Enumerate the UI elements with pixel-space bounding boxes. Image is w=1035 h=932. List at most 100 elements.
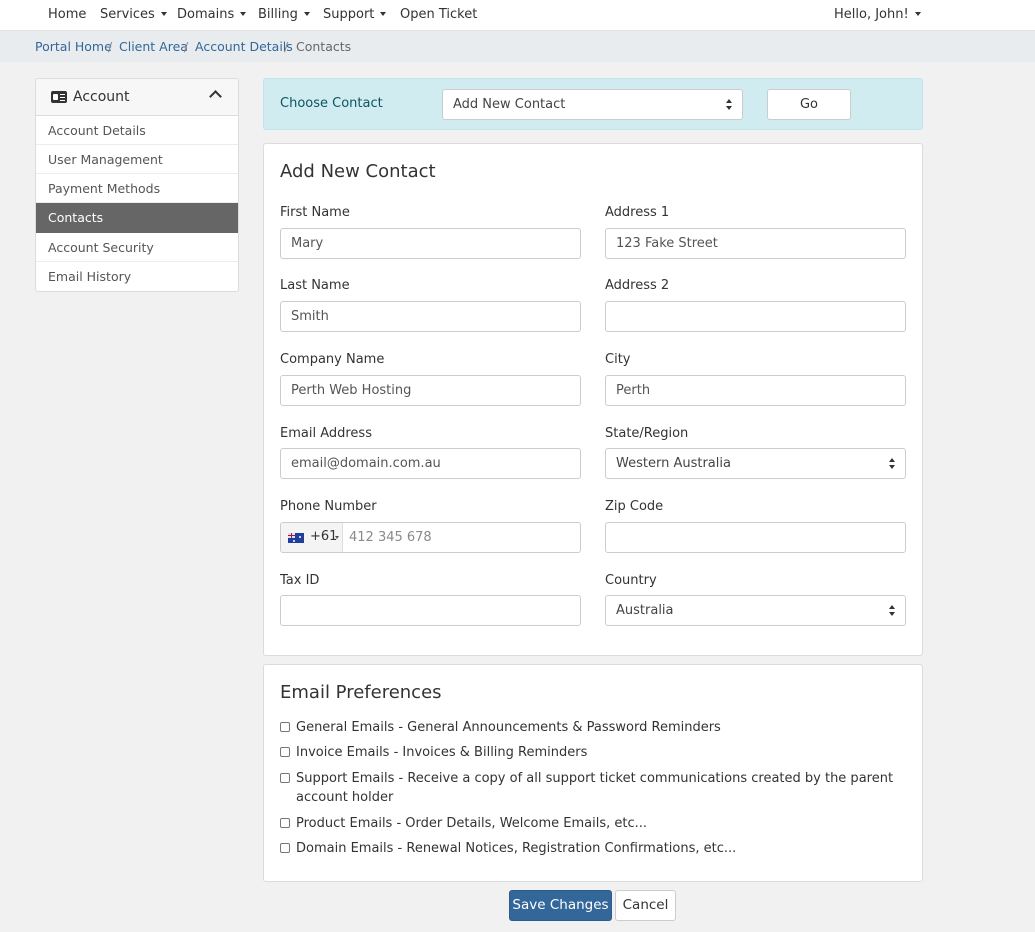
- zip-code-field[interactable]: [605, 522, 906, 553]
- checkbox[interactable]: [280, 818, 290, 828]
- country-value: Australia: [616, 603, 674, 618]
- australia-flag-icon: [288, 533, 304, 543]
- pref-support-emails[interactable]: Support Emails - Receive a copy of all s…: [280, 769, 900, 807]
- address1-field[interactable]: 123 Fake Street: [605, 228, 906, 259]
- sidebar-item-label: Email History: [48, 269, 132, 284]
- caret-down-icon: [303, 11, 310, 16]
- checkbox[interactable]: [280, 843, 290, 853]
- nav-support[interactable]: Support: [323, 7, 387, 22]
- nav-open-ticket[interactable]: Open Ticket: [400, 7, 477, 22]
- city-field[interactable]: Perth: [605, 375, 906, 406]
- nav-billing[interactable]: Billing: [258, 7, 310, 22]
- pref-label: Support Emails - Receive a copy of all s…: [296, 771, 894, 805]
- phone-placeholder: 412 345 678: [349, 530, 432, 545]
- sidebar-item-user-management[interactable]: User Management: [36, 145, 238, 174]
- sidebar-item-payment-methods[interactable]: Payment Methods: [36, 174, 238, 203]
- state-region-value: Western Australia: [616, 456, 731, 471]
- email-field[interactable]: email@domain.com.au: [280, 448, 581, 479]
- caret-down-icon: [380, 11, 387, 16]
- user-greeting: Hello, John!: [834, 7, 909, 22]
- first-name-value: Mary: [291, 236, 324, 251]
- caret-down-icon: [335, 536, 339, 539]
- nav-home[interactable]: Home: [48, 7, 86, 22]
- address2-field[interactable]: [605, 301, 906, 332]
- company-name-field[interactable]: Perth Web Hosting: [280, 375, 581, 406]
- go-button[interactable]: Go: [767, 89, 851, 120]
- sidebar-item-account-details[interactable]: Account Details: [36, 116, 238, 145]
- sidebar-item-label: Account Security: [48, 240, 154, 255]
- address1-value: 123 Fake Street: [616, 236, 718, 251]
- zip-code-label: Zip Code: [605, 499, 664, 514]
- nav-domains[interactable]: Domains: [177, 7, 247, 22]
- breadcrumb-current: Contacts: [296, 39, 352, 54]
- last-name-label: Last Name: [280, 278, 350, 293]
- company-name-value: Perth Web Hosting: [291, 383, 412, 398]
- breadcrumb: Portal Home / Client Area / Account Deta…: [0, 31, 1035, 62]
- nav-support-label: Support: [323, 7, 375, 22]
- user-menu[interactable]: Hello, John!: [834, 7, 921, 22]
- nav-services-label: Services: [100, 7, 155, 22]
- sidebar-header[interactable]: Account: [36, 79, 238, 116]
- id-card-icon: [51, 91, 67, 103]
- breadcrumb-account-details[interactable]: Account Details: [195, 39, 293, 54]
- address2-label: Address 2: [605, 278, 670, 293]
- country-select[interactable]: Australia: [605, 595, 906, 626]
- sidebar-item-label: Contacts: [48, 210, 104, 225]
- pref-domain-emails[interactable]: Domain Emails - Renewal Notices, Registr…: [280, 839, 900, 858]
- tax-id-field[interactable]: [280, 595, 581, 626]
- save-changes-button[interactable]: Save Changes: [509, 890, 612, 921]
- select-arrows-icon: [889, 605, 895, 617]
- sidebar-item-email-history[interactable]: Email History: [36, 262, 238, 291]
- sidebar-item-label: Payment Methods: [48, 181, 161, 196]
- sidebar-item-label: User Management: [48, 152, 163, 167]
- checkbox[interactable]: [280, 722, 290, 732]
- pref-invoice-emails[interactable]: Invoice Emails - Invoices & Billing Remi…: [280, 743, 900, 762]
- last-name-field[interactable]: Smith: [280, 301, 581, 332]
- city-label: City: [605, 352, 631, 367]
- choose-contact-label: Choose Contact: [280, 96, 383, 111]
- country-code-selector[interactable]: +61: [281, 523, 343, 552]
- top-navbar: Home Services Domains Billing Support Op…: [0, 0, 1035, 31]
- breadcrumb-separator: /: [184, 39, 189, 54]
- nav-billing-label: Billing: [258, 7, 298, 22]
- tax-id-label: Tax ID: [280, 573, 320, 588]
- checkbox[interactable]: [280, 747, 290, 757]
- breadcrumb-separator: /: [284, 39, 289, 54]
- account-sidebar: Account Account Details User Management …: [35, 78, 239, 292]
- cancel-button[interactable]: Cancel: [615, 890, 676, 921]
- pref-label: General Emails - General Announcements &…: [296, 720, 721, 735]
- first-name-field[interactable]: Mary: [280, 228, 581, 259]
- breadcrumb-portal-home[interactable]: Portal Home: [35, 39, 112, 54]
- caret-down-icon: [240, 11, 247, 16]
- state-region-select[interactable]: Western Australia: [605, 448, 906, 479]
- caret-down-icon: [914, 11, 921, 16]
- contact-form-card: Add New Contact First Name Mary Last Nam…: [263, 143, 923, 656]
- pref-label: Invoice Emails - Invoices & Billing Remi…: [296, 745, 588, 760]
- breadcrumb-separator: /: [108, 39, 113, 54]
- contact-select[interactable]: Add New Contact: [442, 89, 743, 120]
- chevron-up-icon[interactable]: [209, 90, 222, 103]
- address1-label: Address 1: [605, 205, 670, 220]
- email-preferences-title: Email Preferences: [280, 682, 442, 703]
- email-address-label: Email Address: [280, 426, 372, 441]
- sidebar-item-account-security[interactable]: Account Security: [36, 233, 238, 262]
- contact-select-value: Add New Contact: [453, 97, 566, 112]
- pref-general-emails[interactable]: General Emails - General Announcements &…: [280, 718, 900, 737]
- pref-product-emails[interactable]: Product Emails - Order Details, Welcome …: [280, 814, 900, 833]
- first-name-label: First Name: [280, 205, 350, 220]
- company-name-label: Company Name: [280, 352, 385, 367]
- country-label: Country: [605, 573, 657, 588]
- sidebar-item-contacts[interactable]: Contacts: [36, 203, 238, 233]
- phone-field[interactable]: +61 412 345 678: [280, 522, 581, 553]
- pref-label: Product Emails - Order Details, Welcome …: [296, 816, 648, 831]
- city-value: Perth: [616, 383, 651, 398]
- sidebar-title: Account: [73, 89, 130, 105]
- nav-services[interactable]: Services: [100, 7, 167, 22]
- breadcrumb-client-area[interactable]: Client Area: [119, 39, 188, 54]
- state-region-label: State/Region: [605, 426, 689, 441]
- contact-form-title: Add New Contact: [280, 161, 436, 182]
- sidebar-item-label: Account Details: [48, 123, 146, 138]
- checkbox[interactable]: [280, 773, 290, 783]
- country-code: +61: [310, 529, 338, 544]
- select-arrows-icon: [889, 458, 895, 470]
